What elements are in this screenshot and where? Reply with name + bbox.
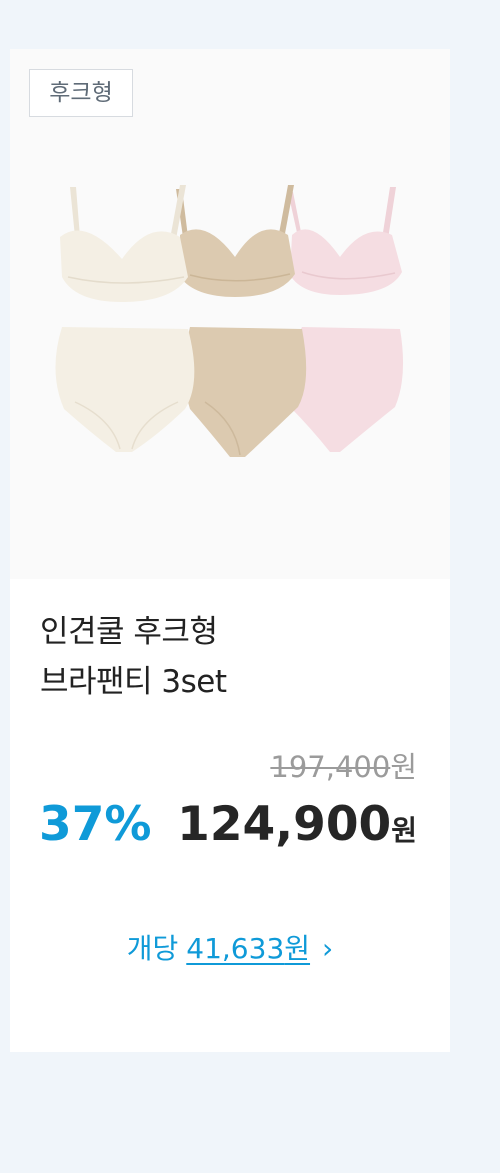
chevron-right-icon[interactable]: › — [322, 932, 333, 965]
product-type-tag: 후크형 — [29, 69, 133, 117]
per-unit-price[interactable]: 41,633원 — [186, 932, 310, 965]
per-unit-price-link[interactable]: 개당 41,633원 › — [10, 927, 450, 967]
product-title-line1: 인견쿨 후크형 — [40, 614, 218, 650]
bra-beige — [176, 185, 295, 297]
original-price-amount: 197,400 — [270, 750, 391, 784]
panty-beige — [184, 327, 307, 457]
per-unit-label: 개당 — [126, 932, 179, 965]
product-image — [55, 185, 404, 457]
product-title[interactable]: 인견쿨 후크형 브라팬티 3set — [40, 607, 430, 707]
product-card[interactable]: 후크형 인견쿨 후크형 브라팬티 3set 197,400원 37% 124,9… — [10, 49, 450, 1052]
bra-pink — [288, 187, 402, 295]
sale-price: 124,900원 — [177, 797, 417, 852]
panty-ivory — [55, 327, 195, 452]
sale-price-amount: 124,900 — [177, 797, 392, 852]
discount-rate: 37% — [39, 797, 152, 852]
sale-price-currency: 원 — [391, 814, 417, 847]
original-price-currency: 원 — [390, 750, 417, 784]
product-title-line2: 브라팬티 3set — [40, 664, 227, 700]
original-price: 197,400원 — [270, 744, 417, 786]
bra-ivory — [60, 185, 188, 302]
product-image-area[interactable]: 후크형 — [10, 49, 450, 579]
per-unit-price-currency: 원 — [284, 932, 311, 965]
per-unit-price-amount: 41,633 — [186, 932, 285, 965]
